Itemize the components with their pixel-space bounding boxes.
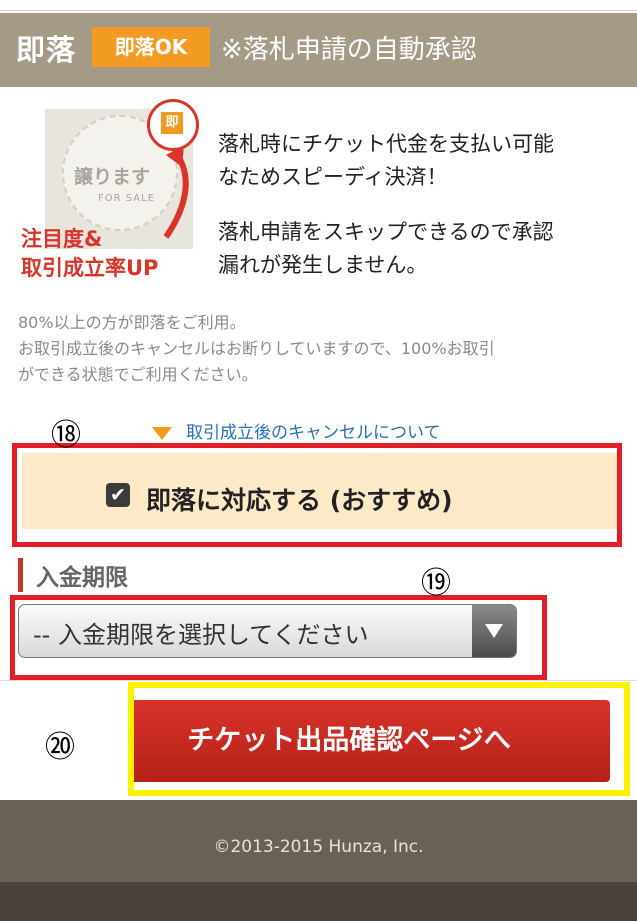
instant-tag-circle: 即: [147, 99, 199, 151]
footer-bottom-bar: [0, 882, 637, 921]
deadline-label: 入金期限: [36, 565, 128, 591]
divider: [0, 680, 637, 681]
feature-payment-line2: なためスピーディ決済！: [218, 165, 448, 189]
feature-approval: 落札申請をスキップできるので承認 漏れが発生しません。: [218, 216, 618, 282]
annotation-box-20: [128, 682, 630, 796]
info-line2: お取引成立後のキャンセルはお断りしていますので、100%お取引: [18, 339, 495, 358]
info-line3: ができる状態でご利用ください。: [18, 365, 258, 384]
section-header: 即落 即落OK ※落札申請の自動承認: [0, 13, 637, 87]
feature-approval-line2: 漏れが発生しません。: [218, 253, 428, 277]
instant-ok-badge: 即落OK: [92, 27, 210, 67]
promo-caption-2: 取引成立率UP: [21, 256, 159, 280]
feature-payment: 落札時にチケット代金を支払い可能 なためスピーディ決済！: [218, 128, 618, 194]
deadline-accent-bar: [18, 558, 23, 592]
copyright-text: ©2013-2015 Hunza, Inc.: [213, 837, 424, 857]
section-title: 即落: [16, 33, 77, 67]
cancel-policy-link[interactable]: 取引成立後のキャンセルについて: [152, 418, 441, 443]
instant-tag: 即: [161, 112, 183, 134]
usage-info: 80%以上の方が即落をご利用。 お取引成立後のキャンセルはお断りしていますので、…: [18, 310, 623, 388]
section-note: ※落札申請の自動承認: [221, 35, 477, 65]
feature-payment-line1: 落札時にチケット代金を支払い可能: [218, 132, 554, 156]
promo-image: 譲ります FOR SALE 即 注目度& 取引成立率UP: [16, 95, 200, 285]
feature-approval-line1: 落札申請をスキップできるので承認: [218, 220, 554, 244]
promo-caption-1: 注目度&: [21, 227, 103, 251]
info-line1: 80%以上の方が即落をご利用。: [18, 313, 246, 332]
triangle-down-icon: [152, 426, 172, 440]
annotation-number-20: ⑳: [45, 730, 75, 765]
top-divider: [0, 0, 637, 11]
cancel-policy-text[interactable]: 取引成立後のキャンセルについて: [186, 423, 441, 443]
annotation-number-18: ⑱: [51, 418, 81, 453]
annotation-number-19: ⑲: [421, 566, 451, 601]
